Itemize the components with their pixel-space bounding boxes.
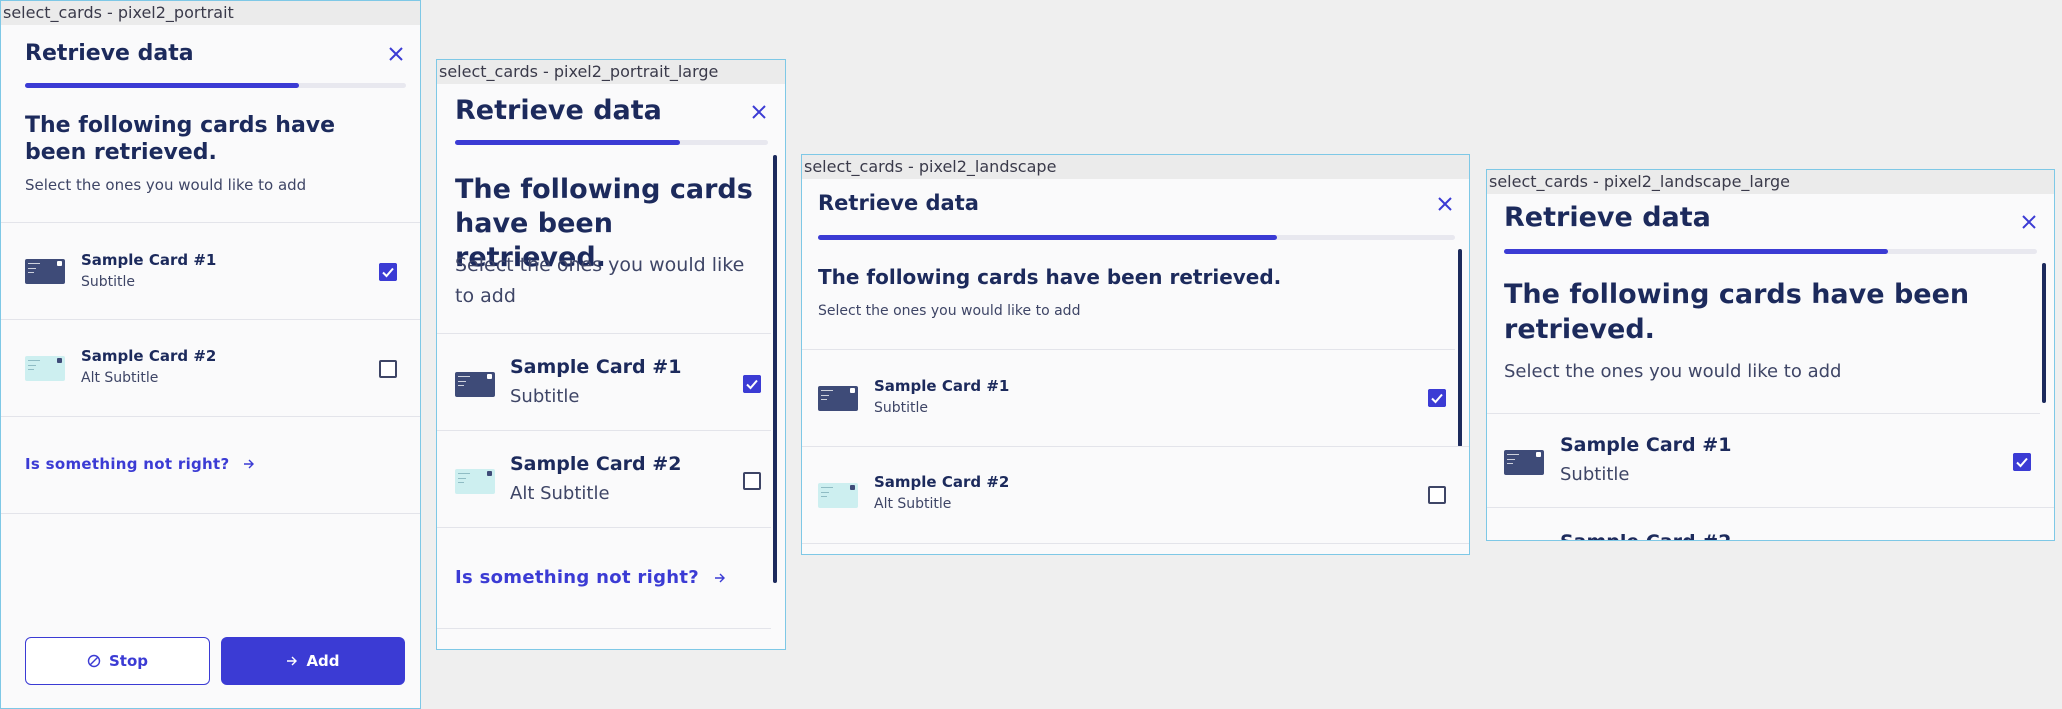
help-link-label: Is something not right? (25, 455, 230, 473)
scrollbar[interactable] (773, 155, 777, 583)
progress-fill (25, 83, 300, 88)
divider (802, 446, 1469, 447)
card-thumbnail (1504, 450, 1544, 475)
divider (1487, 507, 2054, 508)
card-name: Sample Card #1 (1560, 434, 1732, 456)
card-thumbnail (818, 483, 858, 508)
divider (1, 513, 420, 514)
dialog-title: Retrieve data (818, 191, 979, 215)
divider (1, 416, 420, 417)
divider (802, 349, 1455, 350)
dialog-title: Retrieve data (1504, 202, 1711, 233)
progress-track (455, 140, 768, 145)
subtitle: Select the ones you would like to add (1504, 361, 1842, 382)
frame-pixel2-portrait: select_cards - pixel2_portrait Retrieve … (0, 0, 421, 709)
card-name: Sample Card #2 (81, 347, 217, 365)
dialog-title: Retrieve data (455, 95, 662, 126)
close-icon[interactable] (388, 46, 404, 62)
divider (437, 333, 771, 334)
progress-track (1504, 249, 2037, 254)
divider (437, 628, 771, 629)
add-button-label: Add (306, 652, 340, 670)
heading: The following cards have been retrieved. (818, 265, 1282, 289)
help-link[interactable]: Is something not right? (455, 567, 726, 588)
card-checkbox-unchecked[interactable] (1428, 486, 1446, 504)
divider (437, 430, 771, 431)
screen: Retrieve data The following cards have b… (437, 84, 785, 649)
card-name: Sample Card #2 (510, 453, 682, 475)
progress-track (25, 83, 406, 88)
dialog-title: Retrieve data (25, 41, 194, 66)
block-icon (87, 654, 101, 668)
card-checkbox-checked[interactable] (743, 375, 761, 393)
card-thumbnail (455, 469, 495, 494)
progress-fill (455, 140, 681, 145)
subtitle: Select the ones you would like to add (818, 303, 1081, 319)
screen: Retrieve data The following cards have b… (1487, 194, 2054, 540)
frame-caption: select_cards - pixel2_portrait (1, 1, 420, 25)
card-thumbnail (25, 356, 65, 381)
card-name: Sample Card #1 (874, 377, 1010, 395)
card-name: Sample Card #1 (81, 251, 217, 269)
stop-button-label: Stop (108, 652, 149, 670)
card-checkbox-unchecked[interactable] (743, 472, 761, 490)
card-subtitle: Subtitle (874, 400, 929, 416)
stop-button[interactable]: Stop (25, 637, 210, 685)
frame-caption: select_cards - pixel2_landscape_large (1487, 170, 2054, 194)
add-button[interactable]: Add (221, 637, 405, 685)
subtitle: Select the ones you would like to add (455, 254, 745, 307)
frame-caption: select_cards - pixel2_landscape (802, 155, 1469, 179)
screen: Retrieve data The following cards have b… (802, 179, 1469, 554)
frame-caption: select_cards - pixel2_portrait_large (437, 60, 785, 84)
divider (437, 527, 771, 528)
scrollbar[interactable] (2042, 263, 2046, 403)
close-icon[interactable] (751, 104, 767, 120)
card-subtitle: Alt Subtitle (510, 483, 610, 504)
subtitle: Select the ones you would like to add (25, 176, 307, 194)
card-checkbox-checked[interactable] (2013, 453, 2031, 471)
card-checkbox-checked[interactable] (379, 263, 397, 281)
arrow-right-icon (287, 656, 298, 666)
frame-pixel2-landscape: select_cards - pixel2_landscape Retrieve… (801, 154, 1470, 555)
divider (1487, 413, 2040, 414)
progress-fill (818, 235, 1277, 240)
scrollbar[interactable] (1458, 249, 1462, 447)
card-thumbnail (455, 372, 495, 397)
close-icon[interactable] (2021, 214, 2037, 230)
screen: Retrieve data The following cards have b… (1, 25, 420, 708)
card-name: Sample Card #2 (1560, 531, 1731, 540)
divider (1, 222, 420, 223)
heading: The following cards have been retrieved. (25, 113, 336, 165)
card-subtitle: Subtitle (81, 274, 136, 290)
arrow-right-icon (244, 459, 255, 469)
help-link-label: Is something not right? (455, 567, 700, 588)
card-subtitle: Alt Subtitle (81, 370, 159, 386)
progress-fill (1504, 249, 1888, 254)
divider (1, 319, 420, 320)
card-thumbnail (25, 259, 65, 284)
card-subtitle: Subtitle (1560, 464, 1630, 485)
frame-pixel2-portrait-large: select_cards - pixel2_portrait_large Ret… (436, 59, 786, 650)
frame-pixel2-landscape-large: select_cards - pixel2_landscape_large Re… (1486, 169, 2055, 541)
card-thumbnail (818, 386, 858, 411)
divider (802, 543, 1469, 544)
card-name: Sample Card #1 (510, 356, 682, 378)
arrow-right-icon (714, 573, 725, 583)
card-subtitle: Subtitle (510, 386, 580, 407)
heading: The following cards have been retrieved. (1504, 279, 1970, 345)
card-name: Sample Card #2 (874, 473, 1010, 491)
progress-track (818, 235, 1455, 240)
card-checkbox-unchecked[interactable] (379, 360, 397, 378)
card-checkbox-checked[interactable] (1428, 389, 1446, 407)
card-subtitle: Alt Subtitle (874, 496, 952, 512)
close-icon[interactable] (1437, 196, 1453, 212)
help-link[interactable]: Is something not right? (25, 455, 255, 473)
